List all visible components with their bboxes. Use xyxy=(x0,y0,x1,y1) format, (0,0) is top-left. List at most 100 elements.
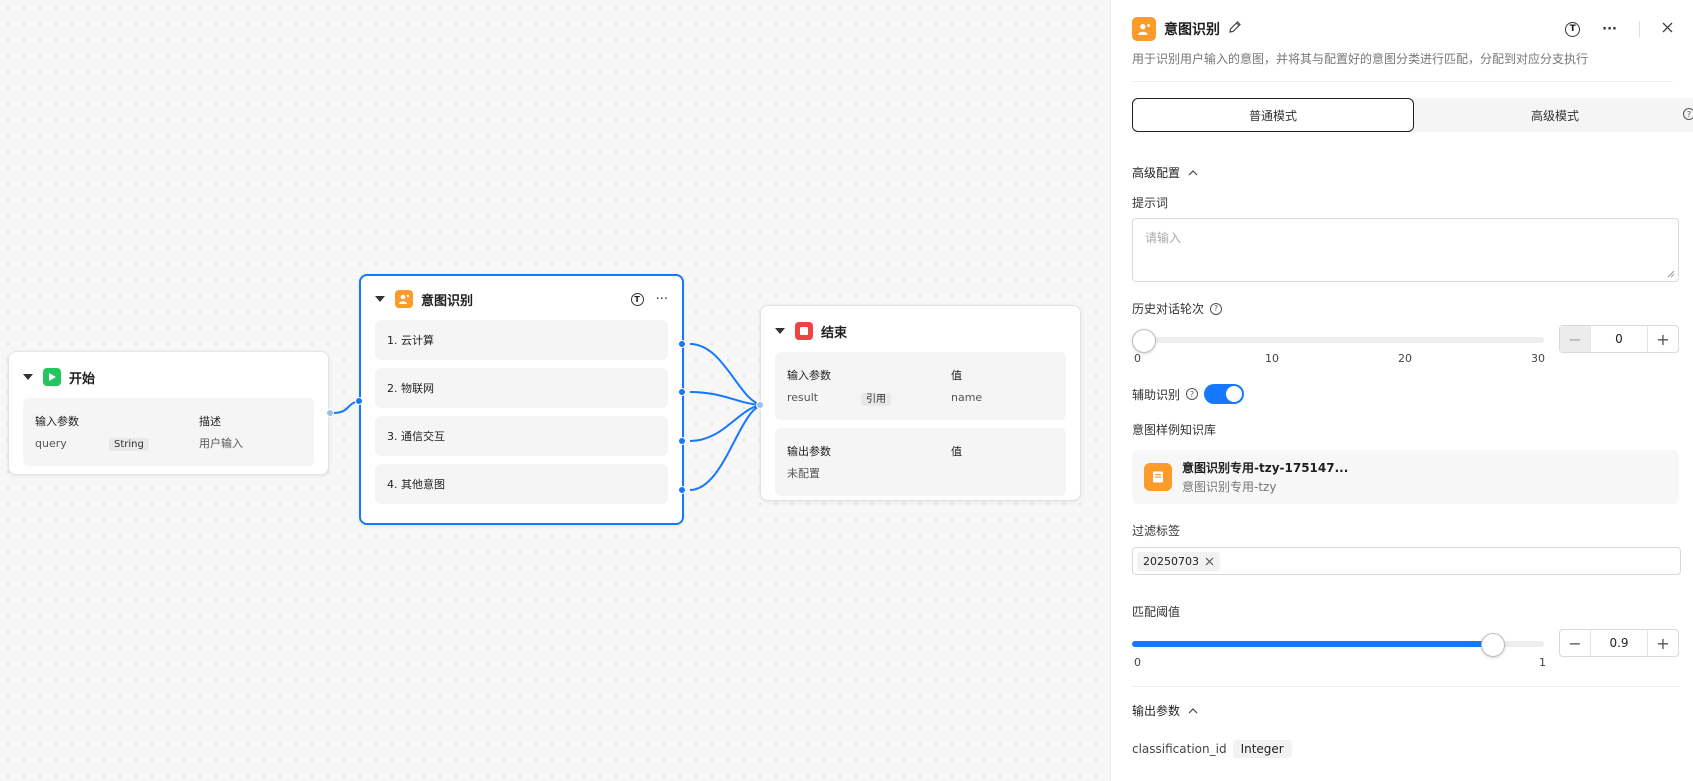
param-type-tag: String xyxy=(109,437,149,451)
input-param-name: result xyxy=(787,390,819,404)
panel-title: 意图识别 xyxy=(1164,22,1220,38)
threshold-value[interactable]: 0.9 xyxy=(1590,630,1648,656)
test-run-icon[interactable]: T xyxy=(630,292,644,306)
collapse-caret-icon[interactable] xyxy=(375,296,385,302)
intent-item[interactable]: 1. 云计算 xyxy=(375,320,668,360)
intent-output-port-1[interactable] xyxy=(678,340,686,348)
prompt-label: 提示词 xyxy=(1132,196,1169,210)
resize-handle-icon[interactable] xyxy=(1667,270,1675,278)
assist-toggle[interactable] xyxy=(1204,384,1245,404)
filter-label: 过滤标签 xyxy=(1132,524,1181,538)
panel-description: 用于识别用户输入的意图，并将其与配置好的意图分类进行匹配，分配到对应分支执行 xyxy=(1132,50,1673,82)
end-input-port[interactable] xyxy=(756,401,764,409)
collapse-caret-icon[interactable] xyxy=(23,374,33,380)
intent-item[interactable]: 2. 物联网 xyxy=(375,368,668,408)
history-tick: 30 xyxy=(1531,352,1545,365)
start-output-port[interactable] xyxy=(326,409,334,417)
history-value[interactable]: 0 xyxy=(1590,326,1648,352)
output-param-name: classification_id xyxy=(1132,742,1227,756)
tab-normal-mode[interactable]: 普通模式 xyxy=(1132,98,1414,132)
output-param-header: 输出参数 xyxy=(787,445,831,458)
mode-switch: 普通模式 高级模式 ? xyxy=(1132,98,1693,132)
param-name: query xyxy=(35,436,67,450)
input-param-row: result 引用 name xyxy=(787,386,1054,408)
intent-output-port-4[interactable] xyxy=(678,486,686,494)
value-header: 值 xyxy=(951,445,962,458)
output-section-header[interactable]: 输出参数 xyxy=(1132,702,1198,719)
filter-tag-chip: 20250703 xyxy=(1137,551,1220,571)
increment-button[interactable]: + xyxy=(1648,630,1678,656)
threshold-tick: 0 xyxy=(1134,656,1141,669)
panel-header: 意图识别 T ··· xyxy=(1132,14,1673,44)
more-icon[interactable]: ··· xyxy=(656,292,668,307)
intent-node-title: 意图识别 xyxy=(421,293,474,309)
knowledge-book-icon xyxy=(1144,463,1172,491)
history-tick: 0 xyxy=(1134,352,1141,365)
config-panel: 意图识别 T ··· 用于识别用户输入的意图，并将其与配置好的意图分类进行匹配，… xyxy=(1110,0,1693,781)
collapse-caret-icon[interactable] xyxy=(775,328,785,334)
intent-user-icon xyxy=(395,290,413,308)
param-row: query String 用户输入 xyxy=(35,432,302,454)
knowledge-base-card[interactable]: 意图识别专用-tzy-175147... 意图识别专用-tzy xyxy=(1132,450,1679,504)
threshold-tick: 1 xyxy=(1539,656,1546,669)
param-header: 输入参数 xyxy=(35,415,79,428)
prompt-textarea[interactable]: 请输入 xyxy=(1132,218,1679,282)
intent-output-port-2[interactable] xyxy=(678,388,686,396)
history-slider-track[interactable] xyxy=(1144,337,1544,343)
edge-intent4-to-end xyxy=(689,404,765,491)
workflow-canvas[interactable]: 开始 输入参数 描述 query String 用户输入 意图识别 T ··· xyxy=(0,0,1110,781)
output-param-row: classification_id Integer xyxy=(1132,740,1292,758)
end-node-title: 结束 xyxy=(821,325,848,341)
play-icon xyxy=(43,368,61,386)
intent-output-port-3[interactable] xyxy=(678,437,686,445)
input-param-value: name xyxy=(951,390,983,404)
close-icon[interactable] xyxy=(1662,22,1673,37)
intent-node[interactable]: 意图识别 T ··· 1. 云计算 2. 物联网 3. 通信交互 4. 其他意图 xyxy=(359,274,684,525)
end-node[interactable]: 结束 输入参数 值 result 引用 name 输出参数 值 未配置 xyxy=(760,305,1081,501)
output-title: 输出参数 xyxy=(1132,704,1181,718)
help-icon[interactable]: ? xyxy=(1186,388,1199,400)
divider xyxy=(1639,21,1640,37)
decrement-button[interactable]: − xyxy=(1560,326,1590,352)
divider xyxy=(1132,686,1679,687)
intent-item[interactable]: 3. 通信交互 xyxy=(375,416,668,456)
history-tick: 10 xyxy=(1265,352,1279,365)
increment-button[interactable]: + xyxy=(1648,326,1678,352)
history-stepper[interactable]: − 0 + xyxy=(1559,325,1679,353)
advanced-config-header[interactable]: 高级配置 xyxy=(1132,164,1198,181)
intent-user-icon xyxy=(1132,17,1156,41)
history-slider-thumb[interactable] xyxy=(1132,329,1156,353)
test-run-icon[interactable]: T xyxy=(1565,21,1581,37)
help-icon[interactable]: ? xyxy=(1210,302,1223,315)
end-input-params: 输入参数 值 result 引用 name xyxy=(775,352,1066,420)
input-param-header: 输入参数 xyxy=(787,369,831,382)
help-icon[interactable]: ? xyxy=(1683,108,1693,120)
decrement-button[interactable]: − xyxy=(1560,630,1590,656)
filter-tag-text: 20250703 xyxy=(1143,554,1199,568)
edge-intent2-to-end xyxy=(689,391,765,406)
filter-tag-input[interactable]: 20250703 xyxy=(1132,547,1681,575)
kb-subtitle: 意图识别专用-tzy xyxy=(1182,480,1277,494)
history-slider[interactable]: 0 10 20 30 − 0 + xyxy=(1132,322,1679,372)
threshold-stepper[interactable]: − 0.9 + xyxy=(1559,629,1679,657)
threshold-slider[interactable]: 0 1 − 0.9 + xyxy=(1132,626,1679,676)
threshold-slider-thumb[interactable] xyxy=(1481,633,1505,657)
edge-intent1-to-end xyxy=(689,343,765,406)
value-header: 值 xyxy=(951,369,962,382)
intent-item[interactable]: 4. 其他意图 xyxy=(375,464,668,504)
threshold-label: 匹配阈值 xyxy=(1132,605,1181,619)
kb-name: 意图识别专用-tzy-175147... xyxy=(1182,461,1349,475)
edit-pencil-icon[interactable] xyxy=(1228,20,1242,38)
kb-label: 意图样例知识库 xyxy=(1132,423,1217,437)
tab-advanced-mode[interactable]: 高级模式 xyxy=(1414,98,1693,132)
desc-header: 描述 xyxy=(199,415,221,428)
more-icon[interactable]: ··· xyxy=(1602,22,1617,37)
remove-tag-icon[interactable] xyxy=(1205,557,1214,566)
end-output-params: 输出参数 值 未配置 xyxy=(775,428,1066,496)
chevron-up-icon[interactable] xyxy=(1188,704,1198,718)
intent-input-port[interactable] xyxy=(355,397,363,405)
start-node-title: 开始 xyxy=(69,371,96,387)
stop-icon xyxy=(795,322,813,340)
start-node[interactable]: 开始 输入参数 描述 query String 用户输入 xyxy=(8,351,329,475)
chevron-up-icon[interactable] xyxy=(1188,166,1198,180)
